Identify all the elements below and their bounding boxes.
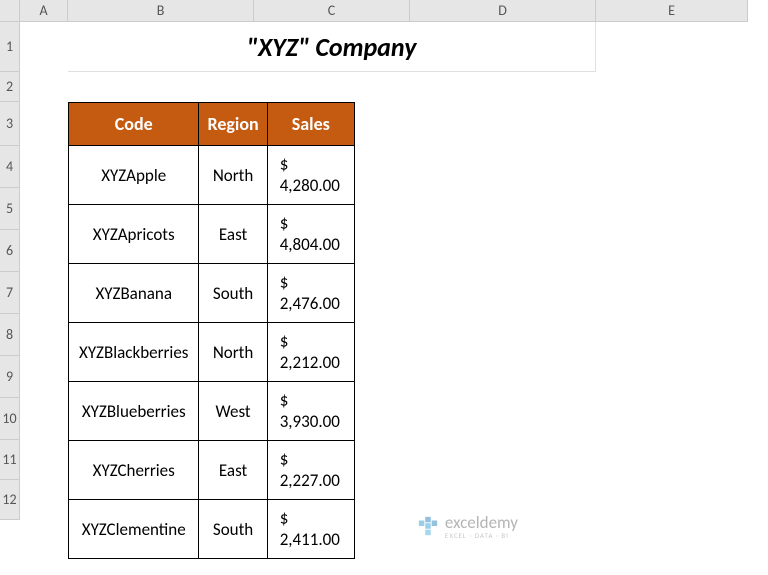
currency-symbol: $ [280, 154, 289, 175]
row-header-6[interactable]: 6 [0, 230, 20, 272]
row-header-7[interactable]: 7 [0, 272, 20, 314]
sales-amount: 3,930.00 [280, 411, 340, 432]
select-all-corner[interactable] [0, 0, 20, 22]
row-header-2[interactable]: 2 [0, 72, 20, 102]
table-header-row: Code Region Sales [69, 103, 355, 146]
row-header-1[interactable]: 1 [0, 22, 20, 72]
table-row: XYZBlackberriesNorth$2,212.00 [69, 323, 355, 382]
cell-code[interactable]: XYZBanana [69, 264, 199, 323]
currency-symbol: $ [280, 508, 289, 529]
watermark: exceldemy EXCEL · DATA · BI [417, 512, 518, 540]
row-header-3[interactable]: 3 [0, 102, 20, 146]
sales-amount: 2,227.00 [280, 470, 340, 491]
cell-code[interactable]: XYZApple [69, 146, 199, 205]
currency-symbol: $ [280, 390, 289, 411]
table-row: XYZAppleNorth$4,280.00 [69, 146, 355, 205]
sales-amount: 2,476.00 [280, 293, 340, 314]
watermark-tagline: EXCEL · DATA · BI [445, 531, 518, 540]
sales-amount: 2,411.00 [280, 529, 340, 550]
cell-code[interactable]: XYZBlackberries [69, 323, 199, 382]
table-row: XYZCherriesEast$2,227.00 [69, 441, 355, 500]
column-header-c[interactable]: C [254, 0, 410, 22]
column-header-d[interactable]: D [410, 0, 596, 22]
header-code[interactable]: Code [69, 103, 199, 146]
cell-sales[interactable]: $2,227.00 [267, 441, 354, 500]
column-header-e[interactable]: E [596, 0, 748, 22]
sales-amount: 4,804.00 [280, 234, 340, 255]
table-row: XYZBananaSouth$2,476.00 [69, 264, 355, 323]
cell-region[interactable]: South [199, 500, 267, 559]
table-row: XYZBlueberriesWest$3,930.00 [69, 382, 355, 441]
cell-region[interactable]: East [199, 205, 267, 264]
row-header-4[interactable]: 4 [0, 146, 20, 188]
exceldemy-logo-icon [417, 515, 439, 537]
cell-code[interactable]: XYZApricots [69, 205, 199, 264]
cell-code[interactable]: XYZClementine [69, 500, 199, 559]
data-table: Code Region Sales XYZAppleNorth$4,280.00… [68, 102, 355, 559]
header-region[interactable]: Region [199, 103, 267, 146]
cell-sales[interactable]: $3,930.00 [267, 382, 354, 441]
row-header-11[interactable]: 11 [0, 440, 20, 480]
sales-amount: 4,280.00 [280, 175, 340, 196]
title-cell[interactable]: "XYZ" Company [68, 22, 596, 72]
cell-code[interactable]: XYZCherries [69, 441, 199, 500]
row-header-8[interactable]: 8 [0, 314, 20, 356]
table-row: XYZApricotsEast$4,804.00 [69, 205, 355, 264]
column-header-b[interactable]: B [68, 0, 254, 22]
company-title: "XYZ" Company [247, 31, 417, 63]
currency-symbol: $ [280, 331, 289, 352]
row-header-10[interactable]: 10 [0, 398, 20, 440]
currency-symbol: $ [280, 449, 289, 470]
cell-sales[interactable]: $2,476.00 [267, 264, 354, 323]
cell-sales[interactable]: $4,804.00 [267, 205, 354, 264]
cell-region[interactable]: South [199, 264, 267, 323]
cell-sales[interactable]: $2,212.00 [267, 323, 354, 382]
row-header-12[interactable]: 12 [0, 480, 20, 520]
column-header-a[interactable]: A [20, 0, 68, 22]
row-header-9[interactable]: 9 [0, 356, 20, 398]
watermark-brand: exceldemy [445, 512, 518, 533]
cell-region[interactable]: East [199, 441, 267, 500]
row-header-5[interactable]: 5 [0, 188, 20, 230]
cell-region[interactable]: North [199, 323, 267, 382]
table-row: XYZClementineSouth$2,411.00 [69, 500, 355, 559]
cell-region[interactable]: North [199, 146, 267, 205]
currency-symbol: $ [280, 213, 289, 234]
header-sales[interactable]: Sales [267, 103, 354, 146]
cell-region[interactable]: West [199, 382, 267, 441]
sales-amount: 2,212.00 [280, 352, 340, 373]
cell-code[interactable]: XYZBlueberries [69, 382, 199, 441]
currency-symbol: $ [280, 272, 289, 293]
row-headers-column: 123456789101112 [0, 22, 20, 520]
cell-sales[interactable]: $2,411.00 [267, 500, 354, 559]
cell-sales[interactable]: $4,280.00 [267, 146, 354, 205]
column-headers-row: ABCDE [20, 0, 748, 22]
